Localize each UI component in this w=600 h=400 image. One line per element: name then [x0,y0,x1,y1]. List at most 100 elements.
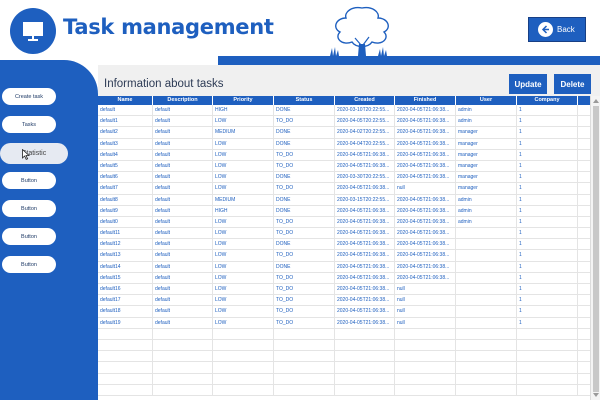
table-cell [456,317,517,329]
table-header: Name Description Priority Status Created… [98,96,590,105]
table-cell: 1 [517,284,578,296]
table-row[interactable]: default11 default LOW TO_DO 2020-04-05T21:06… [98,228,590,240]
page-title: Information about tasks [104,78,224,90]
table-row[interactable]: default6 default LOW DONE 2020-03-30T20:22:5… [98,172,590,184]
table-cell-spacer [578,183,590,195]
column-header-name[interactable]: Name [98,96,153,105]
table-cell: 1 [517,306,578,318]
table-row[interactable]: default13 default LOW TO_DO 2020-04-05T21:06… [98,250,590,262]
table-row[interactable]: default0 default LOW TO_DO 2020-04-05T21:06:… [98,216,590,229]
table-row[interactable]: default5 default LOW TO_DO 2020-04-05T21:06:… [98,160,590,173]
empty-table-cell [517,362,578,374]
scroll-up-icon[interactable] [593,99,599,103]
table-row[interactable]: default8 default MEDIUM DONE 2020-03-15T20:2… [98,194,590,206]
table-cell: LOW [213,317,274,329]
table-cell: default18 [98,306,153,318]
sidebar-item-button-2[interactable]: Button [2,200,56,217]
table-cell: 1 [517,317,578,329]
table-cell: default9 [98,205,153,217]
table-cell: 2020-04-05T21:06:38... [395,216,456,229]
table-cell: 1 [517,216,578,229]
table-row[interactable]: default4 default LOW TO_DO 2020-04-05T21:06:… [98,149,590,161]
table-row[interactable]: default2 default MEDIUM DONE 2020-04-02T20:2… [98,127,590,139]
table-row[interactable]: default14 default LOW DONE 2020-04-05T21:06:… [98,261,590,273]
update-button[interactable]: Update [509,74,547,94]
back-button[interactable]: Back [528,17,586,42]
table-cell: default [153,127,213,139]
empty-table-cell [335,384,395,396]
column-header-company[interactable]: Company [517,96,578,105]
delete-button[interactable]: Delete [554,74,591,94]
column-header-priority[interactable]: Priority [213,96,274,105]
table-cell: 2020-04-05T21:06:38... [395,127,456,139]
empty-table-cell [153,373,213,385]
table-row[interactable]: default9 default HIGH DONE 2020-04-05T21:06:… [98,205,590,217]
table-cell: default [153,239,213,251]
sidebar-item-tasks[interactable]: Tasks [2,116,56,133]
table-row[interactable]: default19 default LOW TO_DO 2020-04-05T21:06… [98,317,590,329]
empty-table-cell [335,328,395,340]
table-cell: manager [456,149,517,161]
sidebar-item-button-3[interactable]: Button [2,228,56,245]
column-header-created[interactable]: Created [335,96,395,105]
table-cell: DONE [274,138,335,150]
table-cell: 2020-04-05T21:06:38... [395,239,456,251]
table-cell: manager [456,172,517,184]
table-cell [456,306,517,318]
table-cell: default [153,149,213,161]
column-header-description[interactable]: Description [153,96,213,105]
table-row[interactable]: default15 default LOW TO_DO 2020-04-05T21:06… [98,272,590,284]
empty-table-cell [456,328,517,340]
table-cell: default [153,160,213,173]
table-cell: default13 [98,250,153,262]
empty-table-cell [517,328,578,340]
column-header-user[interactable]: User [456,96,517,105]
table-cell-spacer [578,295,590,307]
table-cell: 1 [517,105,578,117]
table-row[interactable]: default17 default LOW TO_DO 2020-04-05T21:06… [98,295,590,307]
table-cell: 1 [517,149,578,161]
column-header-finished[interactable]: Finished [395,96,456,105]
table-scrollbar[interactable] [590,96,600,400]
table-cell: DONE [274,261,335,273]
table-row[interactable]: default16 default LOW TO_DO 2020-04-05T21:06… [98,284,590,296]
table-cell: DONE [274,127,335,139]
empty-table-cell [153,362,213,374]
table-cell: default16 [98,284,153,296]
sidebar-item-statistic[interactable]: Statistic [0,143,68,164]
sidebar-item-create-task[interactable]: Create task [2,88,56,105]
scroll-down-icon[interactable] [593,393,599,397]
table-cell: default [153,172,213,184]
table-row[interactable]: default12 default LOW DONE 2020-04-05T21:06:… [98,239,590,251]
table-row[interactable]: default default HIGH DONE 2020-03-10T20:22:5… [98,105,590,117]
table-row[interactable]: default18 default LOW TO_DO 2020-04-05T21:06… [98,306,590,318]
table-cell: TO_DO [274,284,335,296]
empty-table-cell [335,339,395,352]
empty-table-cell [213,339,274,352]
table-cell: 2020-04-05T21:06:38... [335,149,395,161]
table-cell: default [153,306,213,318]
table-cell [456,239,517,251]
table-cell: default1 [98,116,153,128]
table-cell: default [153,317,213,329]
column-header-status[interactable]: Status [274,96,335,105]
scroll-thumb[interactable] [593,106,599,392]
table-cell: LOW [213,284,274,296]
table-cell: LOW [213,272,274,284]
empty-table-cell [213,351,274,363]
table-row[interactable]: default7 default LOW TO_DO 2020-04-05T21:06:… [98,183,590,195]
table-cell: null [395,317,456,329]
tasks-table: Name Description Priority Status Created… [98,96,590,400]
empty-table-cell [578,329,590,340]
table-row[interactable]: default3 default LOW DONE 2020-04-04T20:22:5… [98,138,590,150]
empty-table-row [98,373,590,385]
table-cell: HIGH [213,105,274,117]
table-cell: DONE [274,172,335,184]
sidebar-item-button-4[interactable]: Button [2,256,56,273]
empty-table-cell [153,339,213,352]
table-row[interactable]: default1 default LOW TO_DO 2020-04-05T20:22:… [98,116,590,128]
table-cell: 2020-04-05T21:06:38... [335,205,395,217]
empty-table-cell [578,374,590,385]
sidebar-item-button-1[interactable]: Button [2,172,56,189]
table-cell [456,272,517,284]
